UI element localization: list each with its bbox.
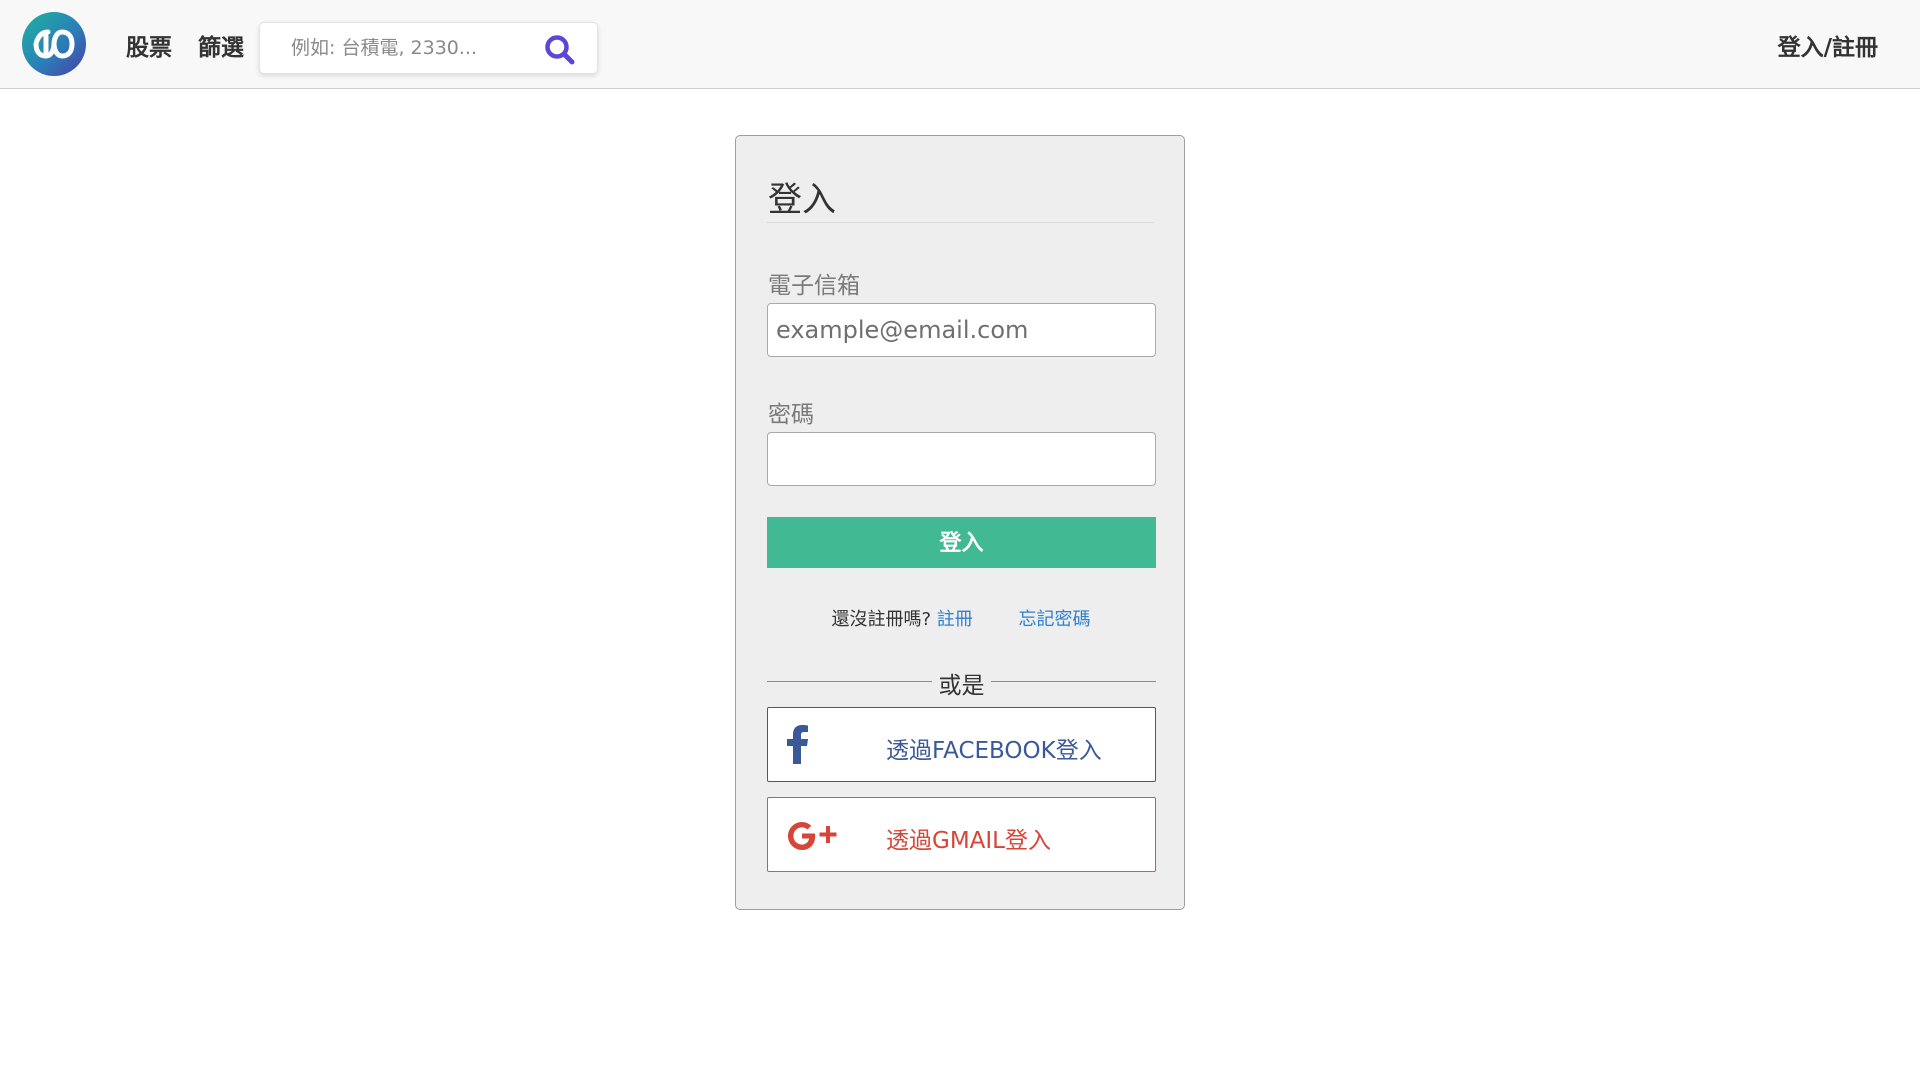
facebook-login-button[interactable]: 透過FACEBOOK登入 (767, 707, 1156, 782)
title-divider (767, 222, 1154, 223)
no-account-text: 還沒註冊嗎? (831, 609, 932, 630)
register-link[interactable]: 註冊 (937, 609, 973, 630)
divider-line-right (991, 681, 1156, 682)
login-register-link[interactable]: 登入/註冊 (1778, 28, 1878, 62)
nav-screener-link[interactable]: 篩選 (198, 28, 244, 62)
email-field[interactable] (767, 303, 1156, 357)
login-card: 登入 電子信箱 密碼 登入 還沒註冊嗎? 註冊 忘記密碼 或是 透過FACEBO… (735, 135, 1185, 910)
login-button[interactable]: 登入 (767, 517, 1156, 568)
search-input[interactable] (261, 24, 531, 72)
facebook-login-label: 透過FACEBOOK登入 (886, 738, 1102, 764)
top-navbar: 股票 篩選 登入/註冊 (0, 0, 1920, 89)
gmail-login-button[interactable]: 透過GMAIL登入 (767, 797, 1156, 872)
facebook-icon (786, 724, 810, 768)
google-plus-icon (786, 820, 838, 856)
password-field[interactable] (767, 432, 1156, 486)
search-box (259, 22, 598, 74)
or-divider: 或是 (767, 666, 1156, 699)
email-label: 電子信箱 (768, 273, 860, 299)
nav-stocks-link[interactable]: 股票 (126, 28, 172, 62)
gmail-login-label: 透過GMAIL登入 (886, 828, 1051, 854)
or-text: 或是 (938, 673, 985, 699)
forgot-password-link[interactable]: 忘記密碼 (1019, 609, 1091, 630)
search-icon[interactable] (543, 33, 577, 67)
logo-icon[interactable] (22, 12, 86, 76)
password-label: 密碼 (768, 402, 814, 428)
account-links-row: 還沒註冊嗎? 註冊 忘記密碼 (736, 605, 1186, 631)
login-title: 登入 (768, 180, 836, 220)
